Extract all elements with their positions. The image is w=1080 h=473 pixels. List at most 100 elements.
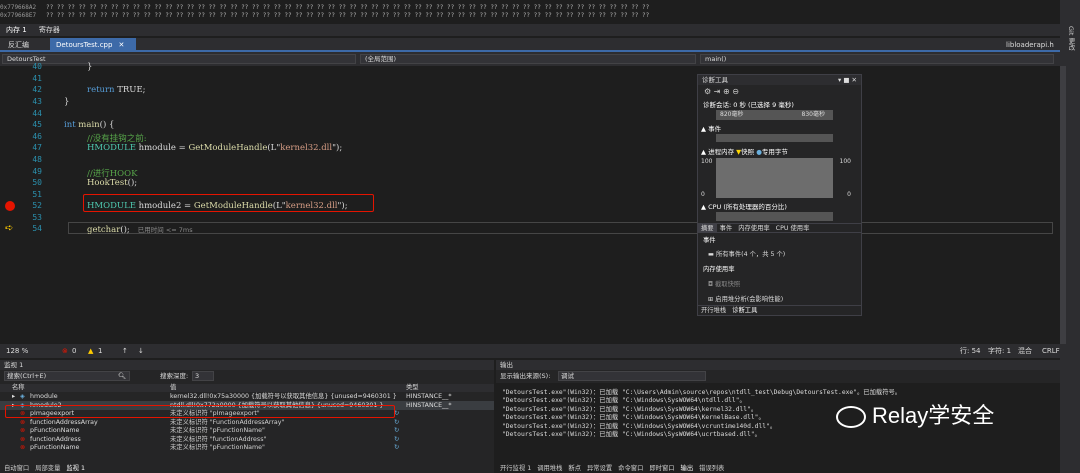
tab-locals[interactable]: 局部变量 (35, 465, 60, 472)
timeline-ruler[interactable]: 820毫秒 830毫秒 (716, 110, 833, 120)
depth-select[interactable]: 3 (192, 371, 214, 381)
zoom-level[interactable]: 128 % (6, 344, 28, 358)
column-type[interactable]: 类型 (406, 384, 419, 392)
camera-icon: ◘ (708, 281, 715, 288)
take-snapshot-button[interactable]: ◘ 截取快照 (698, 276, 861, 291)
breakpoint-icon[interactable] (5, 201, 15, 211)
tab-immediate-window[interactable]: 即时窗口 (649, 465, 674, 472)
line-indicator: 行: 54 (960, 347, 981, 355)
output-window: 输出 显示输出来源(S): 调试 "DetoursTest.exe"(Win32… (496, 360, 1060, 473)
error-icon: ⊗ (20, 444, 26, 451)
tab-summary[interactable]: 摘要 (698, 224, 717, 232)
watch-row[interactable]: ⊗ pFunctionName 未定义标识符 "pFunctionName" ↻ (0, 443, 494, 452)
code-token: (); (127, 178, 138, 188)
axis-label: 0 (847, 191, 851, 198)
watch-column-headers: 名称 值 类型 (0, 384, 494, 392)
tab-call-stack[interactable]: 调用堆栈 (537, 465, 562, 472)
all-events-link[interactable]: ▬ 所有事件(4 个，共 5 个) (698, 246, 861, 261)
tab-disassembly[interactable]: 反汇编 (2, 38, 35, 52)
refresh-icon[interactable]: ↻ (394, 443, 399, 452)
close-icon[interactable]: ✕ (118, 41, 124, 49)
code-token: (L" (267, 143, 281, 153)
tab-detourstest-cpp[interactable]: DetoursTest.cpp ✕ (50, 38, 136, 52)
tab-watch-1[interactable]: 监视 1 (66, 465, 85, 472)
legend-label: 专用字节 (761, 148, 788, 156)
search-input[interactable]: 搜索(Ctrl+E) (4, 371, 130, 381)
output-toolbar: 显示输出来源(S): 调试 (496, 370, 1060, 383)
column-name[interactable]: 名称 (12, 384, 25, 392)
function-dropdown[interactable]: main() (700, 54, 1054, 64)
section-process-memory[interactable]: ▲ 进程内存 ▼快照 ●专用字节 (698, 146, 861, 156)
code-line-42: return TRUE; (87, 85, 146, 95)
line-number: 50 (32, 178, 42, 187)
code-token: GetModuleHandle (188, 143, 268, 153)
editor-gutter[interactable]: 40 41 42 43 44 45 46 47 48 49 50 51 52 5… (0, 62, 60, 344)
nav-down-icon[interactable]: ↓ (138, 344, 144, 358)
tab-error-list[interactable]: 错误列表 (699, 465, 724, 472)
line-number: 53 (32, 213, 42, 222)
project-dropdown[interactable]: DetoursTest (2, 54, 356, 64)
zoom-out-icon[interactable]: ⊖ (732, 87, 739, 96)
tab-parallel-watch[interactable]: 开行监视 1 (500, 465, 531, 472)
right-sidebar: Git 更改 (1060, 0, 1080, 473)
code-line-50: HookTest(); (87, 178, 137, 188)
watch-name: pFunctionName (30, 444, 80, 451)
timeline-label: 830毫秒 (801, 111, 825, 118)
source-select[interactable]: 调试 (558, 371, 706, 381)
code-token: int (64, 120, 76, 130)
axis-label: 0 (701, 191, 705, 198)
line-number: 54 (32, 224, 42, 233)
code-editor[interactable]: } return TRUE; } int main() { //没有挂钩之前: … (62, 62, 1056, 344)
warning-count[interactable]: 1 (98, 344, 102, 358)
tab-registers[interactable]: 寄存器 (39, 26, 60, 34)
diag-bottom-tabs: 开行堆栈 诊断工具 (698, 305, 861, 315)
highlight-box (83, 194, 374, 212)
memory-row: 0x779668A2?? ?? ?? ?? ?? ?? ?? ?? ?? ?? … (0, 4, 650, 11)
section-events[interactable]: ▲ 事件 (698, 123, 861, 133)
tab-memory-usage[interactable]: 内存使用率 (735, 224, 772, 232)
section-cpu[interactable]: ▲ CPU (所有处理器的百分比) (698, 201, 861, 211)
code-line-43: } (64, 97, 70, 107)
error-icon: ⊗ (62, 347, 68, 355)
memory-tabs: 内存 1 寄存器 (0, 24, 1060, 36)
watch-toolbar: 搜索(Ctrl+E) 🔍︎ 搜索深度: 3 (0, 370, 494, 383)
cpu-graph (716, 212, 833, 221)
line-number: 47 (32, 143, 42, 152)
link-label: 所有事件(4 个，共 5 个) (715, 251, 786, 258)
tab-memory-1[interactable]: 内存 1 (6, 26, 27, 34)
button-label: 截取快照 (714, 281, 741, 288)
tab-call-stack[interactable]: 开行堆栈 (698, 307, 729, 314)
search-icon[interactable]: 🔍︎ (118, 370, 126, 383)
tab-events[interactable]: 事件 (717, 224, 736, 232)
line-number: 51 (32, 190, 42, 199)
tab-autos[interactable]: 自动窗口 (4, 465, 29, 472)
scope-dropdown[interactable]: (全局范围) (360, 54, 696, 64)
zoom-in-icon[interactable]: ⊕ (723, 87, 730, 96)
section-label: ▲ 进程内存 (701, 148, 735, 156)
tab-libloaderapi[interactable]: libloaderapi.h (1000, 38, 1060, 52)
session-text: 诊断会话: 0 秒 (已选择 9 毫秒) (703, 101, 794, 109)
axis-label: 100 (701, 158, 713, 165)
heap-analysis-toggle[interactable]: ⊞ 启用堆分析(会影响性能) (698, 291, 861, 306)
code-token: main (75, 120, 100, 130)
tab-output[interactable]: 输出 (681, 465, 694, 472)
memory-graph: 100 0 100 0 (698, 158, 861, 198)
watch-bottom-tabs: 自动窗口 局部变量 监视 1 (4, 464, 85, 473)
settings-icon[interactable]: ⚙ (704, 87, 711, 96)
tab-diagnostic-tools[interactable]: 诊断工具 (729, 307, 760, 314)
error-count[interactable]: 0 (72, 344, 76, 358)
column-value[interactable]: 值 (170, 384, 176, 392)
close-icon[interactable]: ▾ ■ ✕ (838, 75, 857, 85)
editor-scrollbar[interactable] (1060, 66, 1066, 344)
export-icon[interactable]: ⇥ (714, 87, 721, 96)
tab-exception-settings[interactable]: 异常设置 (587, 465, 612, 472)
git-changes-tab[interactable]: Git 更改 (1066, 26, 1076, 50)
eol-indicator[interactable]: CRLF (1042, 344, 1060, 358)
code-token: hmodule (135, 143, 176, 153)
nav-up-icon[interactable]: ↑ (122, 344, 128, 358)
tab-breakpoints[interactable]: 断点 (568, 465, 581, 472)
line-number: 45 (32, 120, 42, 129)
tab-cpu-usage[interactable]: CPU 使用率 (773, 224, 813, 232)
tab-command-window[interactable]: 命令窗口 (618, 465, 643, 472)
editor-status-bar: 128 % ⊗ 0 ▲ 1 ↑ ↓ 行: 54 字符: 1 混合 CRLF (0, 344, 1060, 358)
